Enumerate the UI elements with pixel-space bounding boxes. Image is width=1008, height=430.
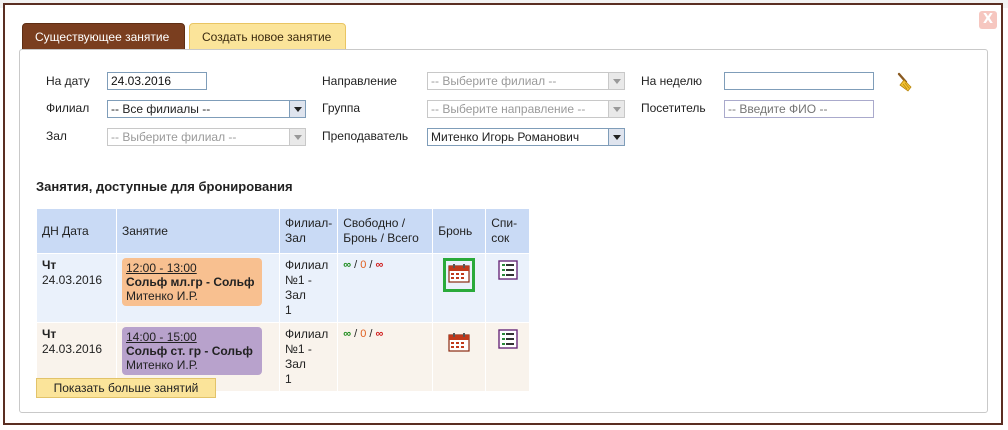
separator: / — [369, 328, 373, 340]
week-input[interactable] — [724, 72, 874, 90]
section-title: Занятия, доступные для бронирования — [36, 179, 293, 194]
group-label: Группа — [322, 101, 361, 115]
booking-button[interactable] — [443, 258, 476, 292]
day-of-week: Чт — [42, 327, 57, 341]
chevron-down-icon — [608, 129, 624, 145]
booked-count: 0 — [360, 259, 367, 271]
header-booking: Бронь — [432, 208, 487, 254]
chevron-down-icon — [608, 101, 624, 117]
header-lesson: Занятие — [116, 208, 280, 254]
tab-create-lesson[interactable]: Создать новое занятие — [189, 23, 346, 50]
lesson-teacher: Митенко И.Р. — [126, 289, 198, 303]
branch-line1: Филиал — [285, 258, 329, 272]
booking-button[interactable] — [443, 327, 475, 361]
separator: / — [354, 259, 358, 271]
booking-cell — [432, 322, 487, 392]
header-list: Спи- сок — [485, 208, 531, 254]
lesson-name: Сольф ст. гр - Сольф — [126, 344, 253, 358]
date-label: На дату — [46, 74, 90, 88]
calendar-icon[interactable] — [448, 332, 470, 352]
row-date: 24.03.2016 — [42, 342, 103, 356]
free-booked-total-cell: ∞ / 0 / ∞ — [337, 253, 434, 323]
broom-icon[interactable] — [894, 71, 916, 93]
list-cell — [485, 253, 531, 323]
day-date-cell: Чт 24.03.2016 — [36, 253, 117, 323]
header-list-line2: сок — [491, 231, 510, 245]
table-header-row: ДН Дата Занятие Филиал- Зал Свободно / Б… — [36, 208, 531, 254]
header-free-line1: Свободно / — [343, 216, 406, 230]
week-label: На неделю — [641, 74, 702, 88]
date-input[interactable] — [107, 72, 207, 90]
day-of-week: Чт — [42, 258, 57, 272]
header-free-booked-total: Свободно / Бронь / Всего — [337, 208, 434, 254]
branch-line3: 1 — [285, 372, 292, 386]
branch-select-value: -- Все филиалы -- — [111, 102, 211, 116]
branch-line2: №1 - Зал — [285, 273, 312, 302]
separator: / — [369, 259, 373, 271]
free-count: ∞ — [343, 259, 352, 271]
calendar-icon[interactable] — [448, 263, 470, 283]
total-count: ∞ — [375, 328, 384, 340]
branch-label: Филиал — [46, 101, 90, 115]
branch-line1: Филиал — [285, 327, 329, 341]
direction-label: Направление — [322, 74, 397, 88]
show-more-button[interactable]: Показать больше занятий — [36, 378, 216, 398]
teacher-select[interactable]: Митенко Игорь Романович — [427, 128, 625, 146]
teacher-label: Преподаватель — [322, 129, 409, 143]
header-day-date: ДН Дата — [36, 208, 117, 254]
list-icon[interactable] — [498, 260, 518, 280]
hall-select-value: -- Выберите филиал -- — [111, 130, 237, 144]
chevron-down-icon — [289, 101, 305, 117]
row-date: 24.03.2016 — [42, 273, 103, 287]
header-free-line2: Бронь / Всего — [343, 231, 419, 245]
direction-select[interactable]: -- Выберите филиал -- — [427, 72, 625, 90]
lessons-table: ДН Дата Занятие Филиал- Зал Свободно / Б… — [36, 208, 531, 392]
branch-line2: №1 - Зал — [285, 342, 312, 371]
lesson-time[interactable]: 14:00 - 15:00 — [126, 330, 258, 344]
tab-existing-lesson[interactable]: Существующее занятие — [22, 23, 185, 50]
booked-count: 0 — [360, 328, 367, 340]
group-select-value: -- Выберите направление -- — [431, 102, 586, 116]
teacher-select-value: Митенко Игорь Романович — [431, 130, 580, 144]
free-count: ∞ — [343, 328, 352, 340]
lesson-name: Сольф мл.гр - Сольф — [126, 275, 255, 289]
list-icon[interactable] — [498, 329, 518, 349]
total-count: ∞ — [375, 259, 384, 271]
hall-label: Зал — [46, 129, 67, 143]
hall-select[interactable]: -- Выберите филиал -- — [107, 128, 306, 146]
lesson-cell: 12:00 - 13:00 Сольф мл.гр - Сольф Митенк… — [116, 253, 280, 323]
lesson-teacher: Митенко И.Р. — [126, 358, 198, 372]
separator: / — [354, 328, 358, 340]
header-branch-line2: Зал — [285, 231, 306, 245]
free-booked-total-cell: ∞ / 0 / ∞ — [337, 322, 434, 392]
group-select[interactable]: -- Выберите направление -- — [427, 100, 625, 118]
visitor-input[interactable] — [724, 100, 874, 118]
visitor-label: Посетитель — [641, 101, 706, 115]
table-row: Чт 24.03.2016 12:00 - 13:00 Сольф мл.гр … — [36, 253, 531, 323]
header-branch-line1: Филиал- — [285, 216, 333, 230]
lesson-card[interactable]: 14:00 - 15:00 Сольф ст. гр - Сольф Митен… — [122, 327, 262, 375]
direction-select-value: -- Выберите филиал -- — [431, 74, 557, 88]
booking-cell — [432, 253, 487, 323]
branch-hall-cell: Филиал №1 - Зал 1 — [278, 322, 339, 392]
branch-line3: 1 — [285, 303, 292, 317]
close-button[interactable]: X — [979, 11, 997, 29]
lesson-card[interactable]: 12:00 - 13:00 Сольф мл.гр - Сольф Митенк… — [122, 258, 262, 306]
chevron-down-icon — [289, 129, 305, 145]
lesson-time[interactable]: 12:00 - 13:00 — [126, 261, 258, 275]
branch-select[interactable]: -- Все филиалы -- — [107, 100, 306, 118]
list-cell — [485, 322, 531, 392]
header-list-line1: Спи- — [491, 216, 518, 230]
branch-hall-cell: Филиал №1 - Зал 1 — [278, 253, 339, 323]
chevron-down-icon — [608, 73, 624, 89]
header-branch-hall: Филиал- Зал — [278, 208, 339, 254]
